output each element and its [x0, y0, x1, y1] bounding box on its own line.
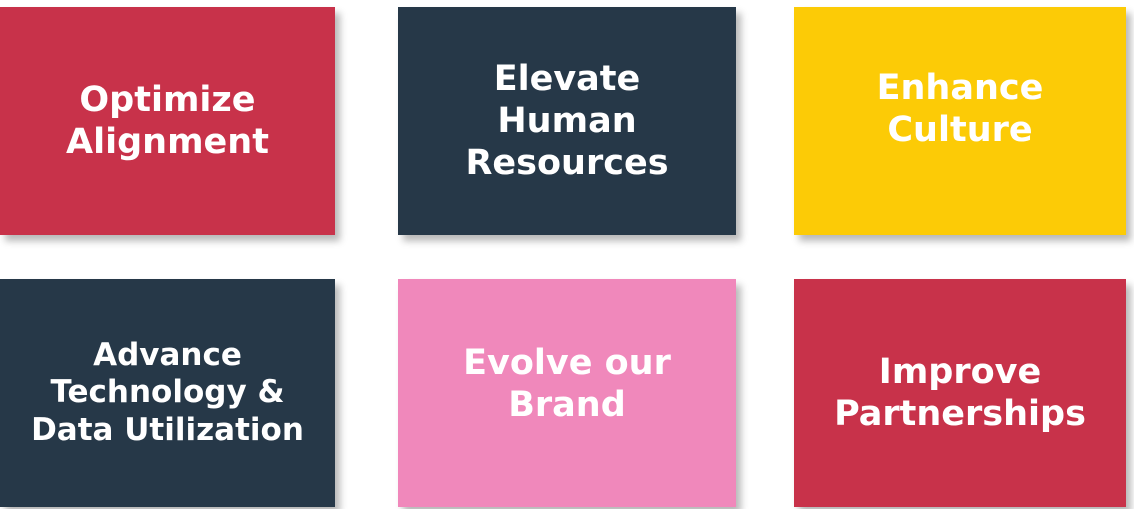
- tile-improve-partnerships: Improve Partnerships: [794, 279, 1126, 507]
- tile-evolve-our-brand: Evolve our Brand: [398, 279, 736, 507]
- tile-label: Elevate Human Resources: [465, 59, 669, 183]
- tile-label: Evolve our Brand: [463, 343, 671, 425]
- tile-label: Enhance Culture: [876, 68, 1044, 150]
- tile-label: Improve Partnerships: [834, 352, 1086, 434]
- tile-label: Optimize Alignment: [66, 80, 269, 162]
- goals-grid: Optimize Alignment Elevate Human Resourc…: [0, 0, 1134, 509]
- tile-elevate-human-resources: Elevate Human Resources: [398, 7, 736, 235]
- tile-optimize-alignment: Optimize Alignment: [0, 7, 335, 235]
- tile-advance-technology-data-utilization: Advance Technology & Data Utilization: [0, 279, 335, 507]
- tile-enhance-culture: Enhance Culture: [794, 7, 1126, 235]
- tile-label: Advance Technology & Data Utilization: [31, 337, 304, 448]
